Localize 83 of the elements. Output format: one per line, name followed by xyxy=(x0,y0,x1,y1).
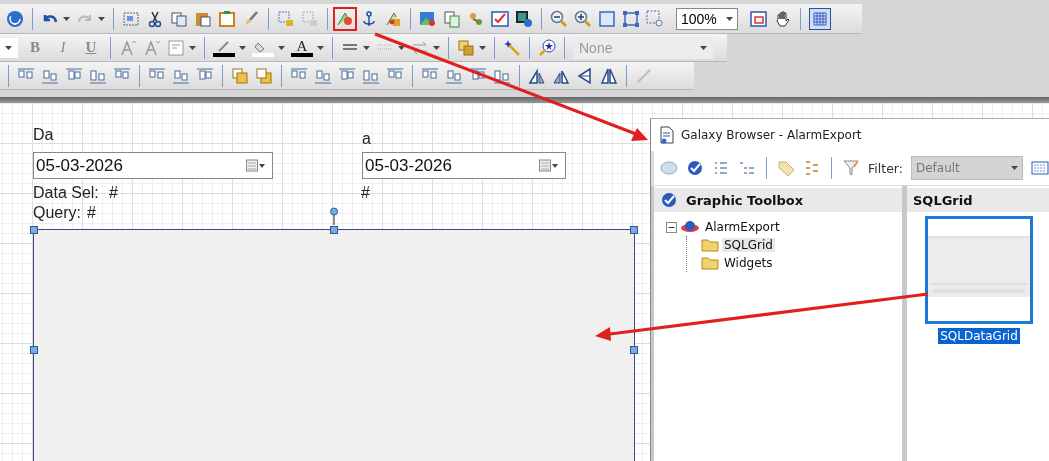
dropdown-caret-icon[interactable] xyxy=(726,16,733,21)
hand-icon[interactable] xyxy=(774,9,792,28)
dropdown-caret-icon[interactable] xyxy=(398,45,405,50)
calendar-icon[interactable] xyxy=(246,158,266,173)
filter-label: Filter: xyxy=(868,160,903,176)
zoom-in-icon[interactable] xyxy=(574,9,592,28)
bring-front-icon[interactable] xyxy=(231,66,249,85)
zoom-region-icon[interactable] xyxy=(646,9,664,28)
copy-icon[interactable] xyxy=(170,9,188,28)
fit-icon[interactable] xyxy=(622,9,640,28)
resize-handle[interactable] xyxy=(630,226,638,234)
data-sel-value: # xyxy=(109,184,118,202)
dropdown-caret-icon[interactable] xyxy=(700,45,707,50)
date-field[interactable]: 05-03-2026 xyxy=(362,152,566,179)
group-icon[interactable] xyxy=(122,9,140,28)
hierarchy-icon[interactable] xyxy=(803,159,821,177)
resize-handle[interactable] xyxy=(30,346,38,354)
flip-horizontal-icon[interactable] xyxy=(600,66,618,85)
tree-item[interactable]: SQLGrid xyxy=(722,238,775,252)
collapse-icon[interactable] xyxy=(666,221,677,233)
cut-icon[interactable] xyxy=(146,9,164,28)
tag-icon[interactable] xyxy=(777,159,795,177)
dropdown-caret-icon[interactable] xyxy=(98,16,105,21)
resize-handle[interactable] xyxy=(630,346,638,354)
dropdown-caret-icon[interactable] xyxy=(1011,166,1018,170)
dropdown-caret-icon[interactable] xyxy=(479,45,486,50)
magic-wand-icon[interactable] xyxy=(503,38,521,57)
toolbox-icon xyxy=(660,191,678,209)
rotate-left-icon[interactable] xyxy=(528,66,546,85)
zoom-out-icon[interactable] xyxy=(550,9,568,28)
grid-icon xyxy=(811,9,829,28)
view-icon[interactable] xyxy=(1031,159,1049,177)
checklist-icon[interactable] xyxy=(491,9,509,28)
item-label[interactable]: SQLDataGrid xyxy=(938,328,1020,344)
tree-list-icon[interactable] xyxy=(738,159,756,177)
dropdown-caret-icon[interactable] xyxy=(4,45,12,50)
tree-item[interactable]: AlarmExport xyxy=(703,220,782,234)
resize-handle[interactable] xyxy=(30,226,38,234)
from-label: Da xyxy=(33,126,54,144)
clipboard-icon[interactable] xyxy=(218,9,236,28)
help-icon[interactable] xyxy=(6,9,24,28)
to-label: a xyxy=(362,130,371,148)
document-icon xyxy=(659,126,675,144)
pane-title: Graphic Toolbox xyxy=(686,192,804,208)
calendar-icon[interactable] xyxy=(539,158,559,173)
window-title: Galaxy Browser - AlarmExport xyxy=(681,128,862,142)
resize-handle[interactable] xyxy=(330,226,338,234)
list-icon[interactable] xyxy=(712,159,730,177)
brush-icon[interactable] xyxy=(242,9,260,28)
dropdown-caret-icon[interactable] xyxy=(63,16,70,21)
shrink-font-icon[interactable] xyxy=(143,38,161,57)
documents-icon[interactable] xyxy=(443,9,461,28)
font-color-button[interactable]: A xyxy=(291,38,313,57)
line-color-icon[interactable] xyxy=(213,38,235,57)
filter-icon[interactable] xyxy=(842,159,860,177)
flip-vertical-icon[interactable] xyxy=(576,66,594,85)
date-field[interactable]: 05-03-2026 xyxy=(33,152,273,179)
dropdown-caret-icon[interactable] xyxy=(189,45,196,50)
anchor-icon[interactable] xyxy=(360,9,378,28)
grow-font-icon[interactable] xyxy=(119,38,137,57)
to-value: # xyxy=(361,184,370,202)
window-icon[interactable] xyxy=(750,9,768,28)
thumbnail-drawing[interactable] xyxy=(925,216,1033,324)
pane-title: SQLGrid xyxy=(913,192,973,208)
query-value: # xyxy=(87,204,96,222)
folder-icon xyxy=(701,256,719,270)
star-magnifier-icon[interactable] xyxy=(538,38,556,57)
grid-toggle[interactable] xyxy=(809,7,831,30)
dropdown-caret-icon[interactable] xyxy=(278,45,285,50)
dropdown-caret-icon[interactable] xyxy=(317,45,324,50)
zoom-dropdown[interactable]: 100% xyxy=(676,7,738,30)
frame-icon[interactable] xyxy=(598,9,616,28)
image-icon[interactable] xyxy=(419,9,437,28)
query-label: Query: xyxy=(33,204,81,222)
rotation-handle[interactable] xyxy=(327,207,341,225)
dropdown-caret-icon[interactable] xyxy=(433,45,440,50)
dropdown-caret-icon[interactable] xyxy=(363,45,370,50)
folder-icon xyxy=(701,238,719,252)
data-sel-label: Data Sel: xyxy=(33,184,99,202)
send-back-icon[interactable] xyxy=(255,66,273,85)
toolbox-icon[interactable] xyxy=(686,159,704,177)
tree-item[interactable]: Widgets xyxy=(722,256,775,270)
dropdown-caret-icon[interactable] xyxy=(239,45,246,50)
